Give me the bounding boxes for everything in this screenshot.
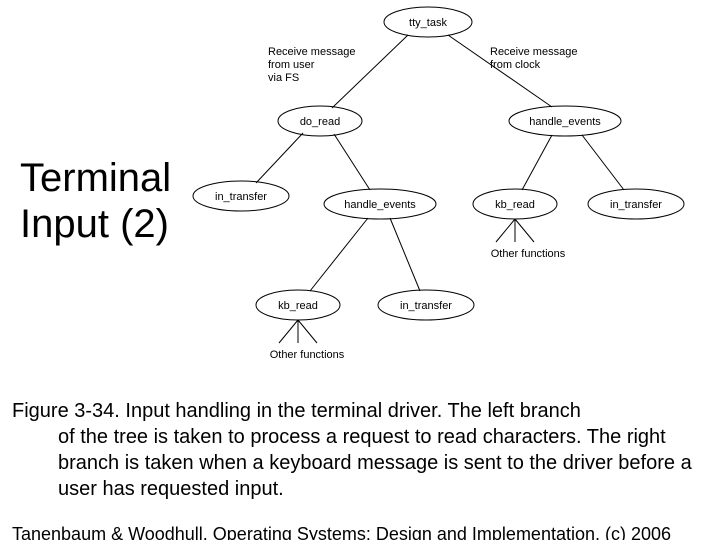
edge-label-left: Receive messagefrom uservia FS bbox=[268, 46, 355, 84]
node-kb-read-R: kb_read bbox=[473, 189, 557, 219]
node-in-transfer-L: in_transfer bbox=[193, 181, 289, 211]
edge-handle-kbreadR bbox=[522, 135, 552, 190]
label-in-transfer-L: in_transfer bbox=[215, 191, 267, 203]
node-in-transfer-R: in_transfer bbox=[588, 189, 684, 219]
edge-doread-intransferL bbox=[256, 133, 303, 183]
label-in-transfer-R: in_transfer bbox=[610, 199, 662, 211]
node-handle-events-mid: handle_events bbox=[324, 189, 436, 219]
figure-caption: Figure 3-34. Input handling in the termi… bbox=[12, 398, 708, 502]
fanout-kbread-B bbox=[279, 320, 317, 343]
node-handle-events-top: handle_events bbox=[509, 106, 621, 136]
edge-doread-handlemid bbox=[334, 134, 370, 190]
edge-label-right: Receive messagefrom clock bbox=[490, 46, 577, 71]
node-kb-read-B: kb_read bbox=[256, 290, 340, 320]
node-do-read: do_read bbox=[278, 106, 362, 136]
label-handle-events-top: handle_events bbox=[529, 116, 601, 128]
credit-line: Tanenbaum & Woodhull, Operating Systems:… bbox=[12, 524, 671, 540]
label-do-read: do_read bbox=[300, 116, 340, 128]
caption-rest: of the tree is taken to process a reques… bbox=[12, 424, 708, 502]
edge-handlemid-kbreadB bbox=[310, 218, 368, 291]
edge-handle-intransferR bbox=[582, 135, 624, 190]
fanout-kbread-R bbox=[496, 219, 534, 242]
other-functions-right: Other functions bbox=[491, 248, 566, 260]
diagram: tty_task do_read handle_events in_transf… bbox=[0, 0, 720, 395]
label-kb-read-R: kb_read bbox=[495, 199, 535, 211]
node-tty-task: tty_task bbox=[384, 7, 472, 37]
other-functions-left: Other functions bbox=[270, 349, 345, 361]
node-in-transfer-B: in_transfer bbox=[378, 290, 474, 320]
caption-line1: Figure 3-34. Input handling in the termi… bbox=[12, 400, 581, 422]
label-kb-read-B: kb_read bbox=[278, 300, 318, 312]
label-in-transfer-B: in_transfer bbox=[400, 300, 452, 312]
label-tty-task: tty_task bbox=[409, 17, 447, 29]
edge-handlemid-intransferB bbox=[390, 218, 420, 291]
label-handle-events-mid: handle_events bbox=[344, 199, 416, 211]
